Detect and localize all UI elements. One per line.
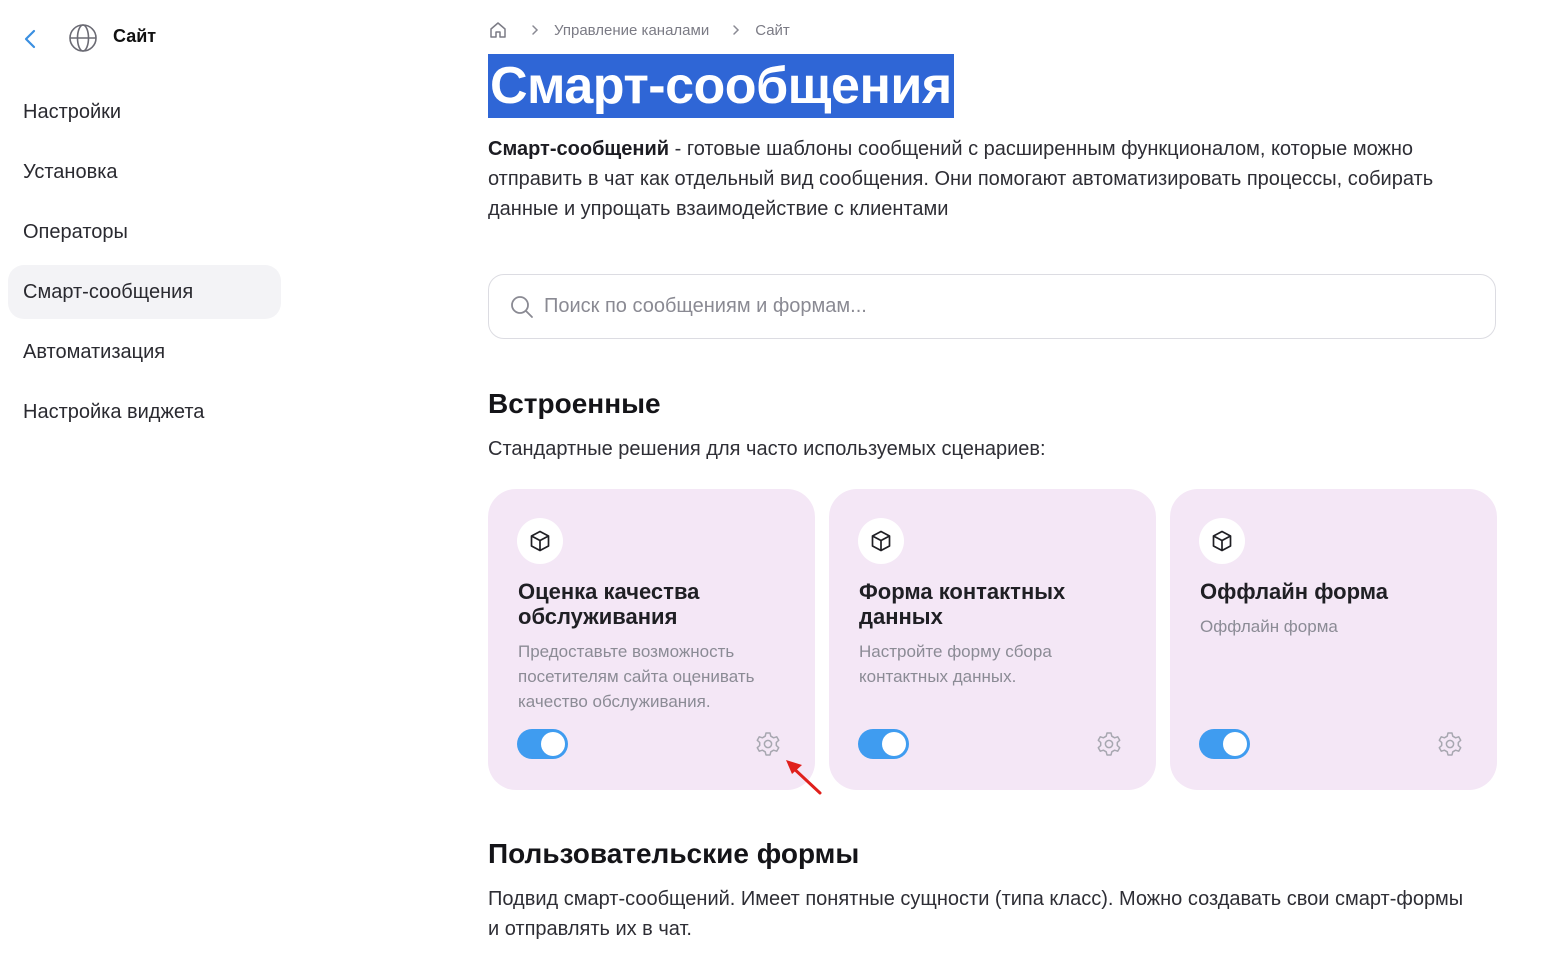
sidebar-item-smart-messages[interactable]: Смарт-сообщения xyxy=(8,265,281,319)
toggle-knob xyxy=(1223,732,1247,756)
builtin-subtitle: Стандартные решения для часто используем… xyxy=(488,438,1046,460)
card-title: Форма контактных данных xyxy=(859,579,1066,629)
card-description: Настройте форму сбора контактных данных. xyxy=(859,642,1052,686)
sidebar-title: Сайт xyxy=(113,26,157,46)
toggle-knob xyxy=(882,732,906,756)
cube-icon xyxy=(1199,518,1245,564)
sidebar-item-automation[interactable]: Автоматизация xyxy=(8,325,281,379)
intro-bold: Смарт-сообщений xyxy=(488,138,670,160)
globe-icon xyxy=(69,24,97,52)
sidebar-item-settings[interactable]: Настройки xyxy=(8,85,281,139)
breadcrumb-home[interactable] xyxy=(488,20,508,40)
gear-icon[interactable] xyxy=(754,730,782,758)
sidebar: Сайт Настройки Установка Операторы Смарт… xyxy=(0,0,300,965)
sidebar-item-installation[interactable]: Установка xyxy=(8,145,281,199)
page-title: Смарт-сообщения xyxy=(488,54,954,118)
search-icon xyxy=(509,294,535,320)
chevron-left-icon xyxy=(24,29,36,49)
gear-icon[interactable] xyxy=(1436,730,1464,758)
sidebar-item-widget-settings[interactable]: Настройка виджета xyxy=(8,385,281,439)
page-intro: Смарт-сообщений - готовые шаблоны сообще… xyxy=(488,134,1498,224)
page-title-text: Смарт-сообщения xyxy=(488,54,954,118)
sidebar-header: Сайт xyxy=(0,0,300,74)
home-icon xyxy=(490,22,506,38)
gear-icon[interactable] xyxy=(1095,730,1123,758)
breadcrumb-channels[interactable]: Управление каналами xyxy=(554,22,709,39)
custom-heading: Пользовательские формы xyxy=(488,838,860,869)
back-button[interactable] xyxy=(14,22,48,56)
builtin-heading: Встроенные xyxy=(488,388,661,419)
sidebar-nav: Настройки Установка Операторы Смарт-сооб… xyxy=(8,85,281,445)
chevron-right-icon xyxy=(731,24,741,36)
card-toggle[interactable] xyxy=(1199,729,1250,759)
search-input[interactable] xyxy=(544,295,1444,318)
card-title: Оценка качества обслуживания xyxy=(518,579,700,629)
breadcrumb-site[interactable]: Сайт xyxy=(755,22,790,39)
builtin-card-contact-form: Форма контактных данных Настройте форму … xyxy=(829,489,1156,790)
card-description: Оффлайн форма xyxy=(1200,617,1338,636)
cube-icon xyxy=(517,518,563,564)
builtin-card-rating: Оценка качества обслуживания Предоставьт… xyxy=(488,489,815,790)
card-title: Оффлайн форма xyxy=(1200,579,1388,604)
cube-icon xyxy=(858,518,904,564)
toggle-knob xyxy=(541,732,565,756)
sidebar-item-operators[interactable]: Операторы xyxy=(8,205,281,259)
annotation-arrow-icon xyxy=(786,760,822,795)
breadcrumb: Управление каналами Сайт xyxy=(488,18,790,42)
chevron-right-icon xyxy=(530,24,540,36)
card-description: Предоставьте возможность посетителям сай… xyxy=(518,642,755,711)
builtin-card-offline-form: Оффлайн форма Оффлайн форма xyxy=(1170,489,1497,790)
builtin-cards: Оценка качества обслуживания Предоставьт… xyxy=(488,489,1498,790)
search-box xyxy=(488,274,1496,339)
card-toggle[interactable] xyxy=(858,729,909,759)
card-toggle[interactable] xyxy=(517,729,568,759)
custom-subtitle: Подвид смарт-сообщений. Имеет понятные с… xyxy=(488,888,1464,940)
